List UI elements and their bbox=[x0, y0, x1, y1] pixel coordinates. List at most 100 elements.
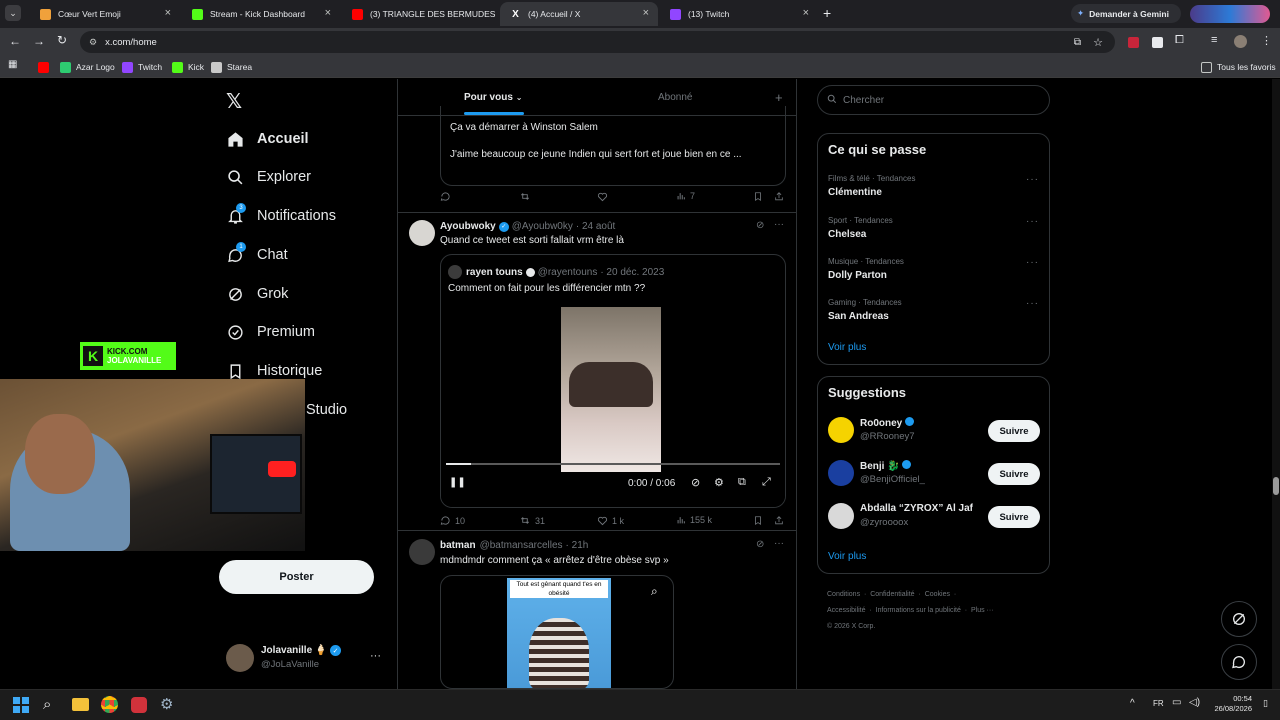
bookmark-youtube[interactable] bbox=[38, 59, 54, 75]
follow-button[interactable]: Suivre bbox=[988, 506, 1040, 528]
avatar[interactable] bbox=[409, 220, 435, 246]
bookmark-star-icon[interactable]: ☆ bbox=[1093, 36, 1103, 49]
quote-card[interactable]: rayen touns @rayentouns · 20 déc. 2023 C… bbox=[440, 254, 786, 508]
browser-tab[interactable]: Cœur Vert Emoji × bbox=[30, 2, 180, 26]
gemini-button[interactable]: ✦ Demander à Gemini bbox=[1071, 4, 1181, 23]
tweet-date[interactable]: · 24 août bbox=[576, 221, 615, 232]
x-logo-icon[interactable]: 𝕏 bbox=[226, 89, 242, 114]
share-icon[interactable] bbox=[774, 191, 788, 202]
author-name[interactable]: Ayoubwoky bbox=[440, 221, 496, 232]
search-icon[interactable]: ⌕ bbox=[43, 696, 51, 713]
quote-card[interactable]: Ça va démarrer à Winston Salem J'aime be… bbox=[440, 106, 786, 186]
bookmark-item[interactable]: Twitch bbox=[122, 59, 162, 75]
nav-item-home[interactable]: Accueil bbox=[226, 124, 309, 154]
profile-avatar[interactable] bbox=[1190, 5, 1270, 23]
notification-center-icon[interactable]: ▯ bbox=[1263, 698, 1268, 709]
settings-gear-icon[interactable]: ⚙ bbox=[160, 695, 173, 713]
media-image[interactable]: Tout est gênant quand t'es en obésité bbox=[507, 578, 611, 688]
more-icon[interactable]: ··· bbox=[1026, 257, 1039, 268]
more-icon[interactable]: ··· bbox=[1026, 174, 1039, 185]
messages-float-button[interactable] bbox=[1221, 644, 1257, 680]
profile-icon[interactable] bbox=[1234, 35, 1247, 48]
suggestion-item[interactable]: Abdalla “ZYROX” Al Jaf @zyroooox Suivre bbox=[828, 501, 1040, 537]
network-icon[interactable]: ▭ bbox=[1172, 697, 1181, 708]
views-count[interactable]: 155 k bbox=[676, 515, 712, 525]
extensions-puzzle-icon[interactable]: ⧠ bbox=[1175, 34, 1184, 47]
chrome-icon[interactable] bbox=[101, 696, 118, 713]
see-more-link[interactable]: Voir plus bbox=[828, 551, 866, 562]
language-icon[interactable]: FR bbox=[1153, 699, 1164, 708]
author-name[interactable]: batman bbox=[440, 540, 476, 551]
bookmark-item[interactable]: Starea bbox=[211, 59, 252, 75]
trend-item[interactable]: Films & télé · Tendances Clémentine ··· bbox=[818, 172, 1049, 210]
file-explorer-icon[interactable] bbox=[72, 698, 89, 711]
trend-item[interactable]: Gaming · Tendances San Andreas ··· bbox=[818, 296, 1049, 334]
windows-start-icon[interactable] bbox=[13, 697, 29, 713]
more-icon[interactable]: ··· bbox=[1026, 216, 1039, 227]
repost-count[interactable]: 31 bbox=[519, 515, 545, 526]
nav-item-grok[interactable]: Grok bbox=[226, 279, 288, 309]
tab-for-you[interactable]: Pour vous ⌄ bbox=[464, 92, 522, 103]
grok-icon[interactable]: ⊘ bbox=[756, 539, 764, 550]
menu-icon[interactable]: ⋮ bbox=[1261, 34, 1272, 47]
pause-icon[interactable]: ❚❚ bbox=[449, 477, 466, 488]
follow-button[interactable]: Suivre bbox=[988, 420, 1040, 442]
grok-icon[interactable]: ⊘ bbox=[756, 220, 764, 231]
apps-grid-icon[interactable]: ▦ bbox=[8, 59, 17, 70]
suggestion-item[interactable]: Benji 🐉 @BenjiOfficiel_ Suivre bbox=[828, 458, 1040, 494]
tweet[interactable]: Ayoubwoky ✓ @Ayoubw0ky · 24 août ⊘ ··· Q… bbox=[398, 213, 797, 530]
bookmark-icon[interactable] bbox=[753, 191, 767, 202]
author-handle[interactable]: @batmansarcelles bbox=[480, 540, 563, 551]
reply-icon[interactable] bbox=[440, 191, 455, 202]
video-player[interactable]: ❚❚ 0:00 / 0:06 ⊘ ⚙ ⧉ ⤢ bbox=[441, 305, 785, 507]
tab-search-button[interactable]: ⌄ bbox=[5, 5, 21, 21]
close-icon[interactable]: × bbox=[803, 7, 809, 19]
tweet-media[interactable]: Tout est gênant quand t'es en obésité ⌕ bbox=[440, 575, 674, 689]
mute-icon[interactable]: ⊘ bbox=[691, 476, 700, 489]
site-info-icon[interactable]: ⚙ bbox=[89, 37, 97, 48]
scrollbar-thumb[interactable] bbox=[1273, 477, 1279, 495]
fullscreen-icon[interactable]: ⤢ bbox=[762, 476, 771, 489]
browser-tab[interactable]: (13) Twitch × bbox=[660, 2, 818, 26]
video-progress-track[interactable] bbox=[446, 463, 780, 465]
zoom-search-icon[interactable]: ⌕ bbox=[651, 584, 658, 599]
views-count[interactable]: 7 bbox=[676, 191, 695, 201]
more-icon[interactable]: ··· bbox=[774, 538, 784, 549]
footer-link[interactable]: Cookies bbox=[925, 591, 950, 598]
repost-icon[interactable] bbox=[519, 191, 535, 202]
install-app-icon[interactable]: ⧉ bbox=[1074, 37, 1081, 48]
close-icon[interactable]: × bbox=[325, 7, 331, 19]
clock[interactable]: 00:54 26/08/2026 bbox=[1212, 694, 1252, 714]
url-text[interactable]: x.com/home bbox=[105, 37, 157, 48]
suggestion-item[interactable]: Ro0oney @RRooney7 Suivre bbox=[828, 415, 1040, 451]
close-icon[interactable]: × bbox=[643, 7, 649, 19]
browser-tab-active[interactable]: X (4) Accueil / X × bbox=[500, 2, 658, 26]
tweet[interactable]: Ça va démarrer à Winston Salem J'aime be… bbox=[398, 106, 797, 213]
browser-tab[interactable]: (3) TRIANGLE DES BERMUDES bbox=[342, 2, 498, 26]
nav-item-chat[interactable]: 1 Chat bbox=[226, 240, 288, 270]
like-count[interactable]: 1 k bbox=[597, 515, 624, 526]
post-button[interactable]: Poster bbox=[219, 560, 374, 594]
account-switcher[interactable]: Jolavanille 🍦 ✓ @JoLaVanille ··· bbox=[226, 642, 386, 676]
reload-icon[interactable]: ↻ bbox=[57, 33, 67, 47]
nav-item-explore[interactable]: Explorer bbox=[226, 162, 311, 192]
volume-icon[interactable]: ◁) bbox=[1189, 697, 1200, 708]
extension-icon[interactable] bbox=[1152, 37, 1163, 48]
browser-tab[interactable]: Stream - Kick Dashboard × bbox=[182, 2, 340, 26]
footer-link[interactable]: Confidentialité bbox=[870, 591, 914, 598]
address-bar[interactable]: ⚙ x.com/home ☆ ⧉ bbox=[80, 31, 1115, 53]
extension-icon[interactable] bbox=[1128, 37, 1139, 48]
app-icon[interactable] bbox=[131, 697, 147, 713]
footer-link[interactable]: Informations sur la publicité bbox=[876, 607, 961, 614]
like-icon[interactable] bbox=[597, 191, 612, 202]
reply-count[interactable]: 10 bbox=[440, 515, 465, 526]
page-scrollbar[interactable] bbox=[1272, 79, 1280, 689]
video-frame[interactable] bbox=[561, 307, 661, 472]
follow-button[interactable]: Suivre bbox=[988, 463, 1040, 485]
forward-icon[interactable]: → bbox=[33, 34, 45, 48]
avatar[interactable] bbox=[409, 539, 435, 565]
add-tab-icon[interactable]: + bbox=[775, 90, 783, 105]
nav-item-premium[interactable]: Premium bbox=[226, 317, 315, 347]
footer-link[interactable]: Plus ··· bbox=[971, 607, 994, 614]
share-icon[interactable] bbox=[774, 515, 788, 526]
